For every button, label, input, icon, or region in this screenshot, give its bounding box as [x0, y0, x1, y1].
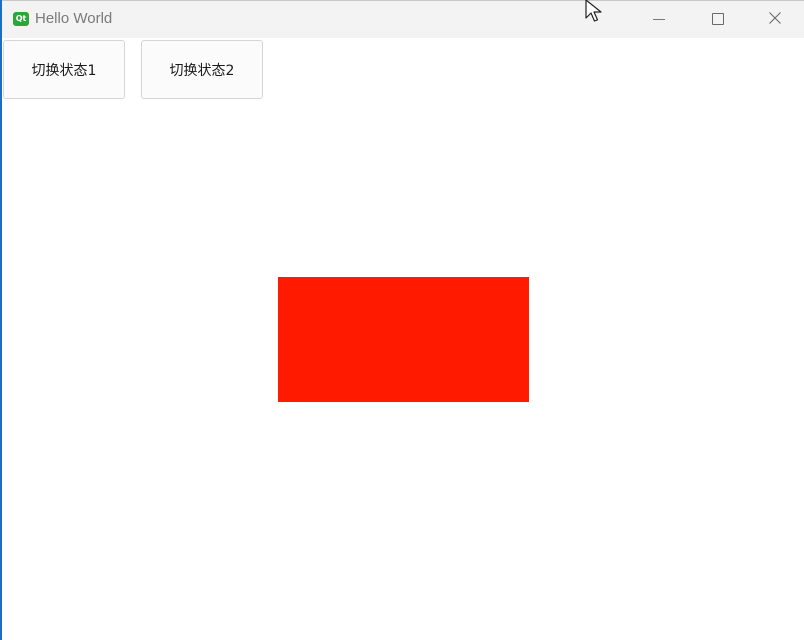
- maximize-icon: [712, 13, 724, 25]
- window-title: Hello World: [35, 10, 113, 27]
- switch-state-2-button[interactable]: 切换状态2: [141, 40, 263, 99]
- close-icon: [769, 12, 781, 24]
- title-bar[interactable]: Qt Hello World: [2, 1, 804, 38]
- close-button[interactable]: [746, 1, 804, 38]
- switch-state-1-button[interactable]: 切换状态1: [3, 40, 125, 99]
- minimize-icon: [653, 19, 665, 20]
- mouse-cursor-icon: [585, 0, 602, 22]
- red-rectangle: [278, 277, 529, 402]
- main-window: Qt Hello World 切换状态1 切换状态2: [2, 0, 804, 640]
- qt-app-icon: Qt: [13, 12, 29, 26]
- minimize-button[interactable]: [630, 1, 688, 38]
- maximize-button[interactable]: [688, 1, 746, 38]
